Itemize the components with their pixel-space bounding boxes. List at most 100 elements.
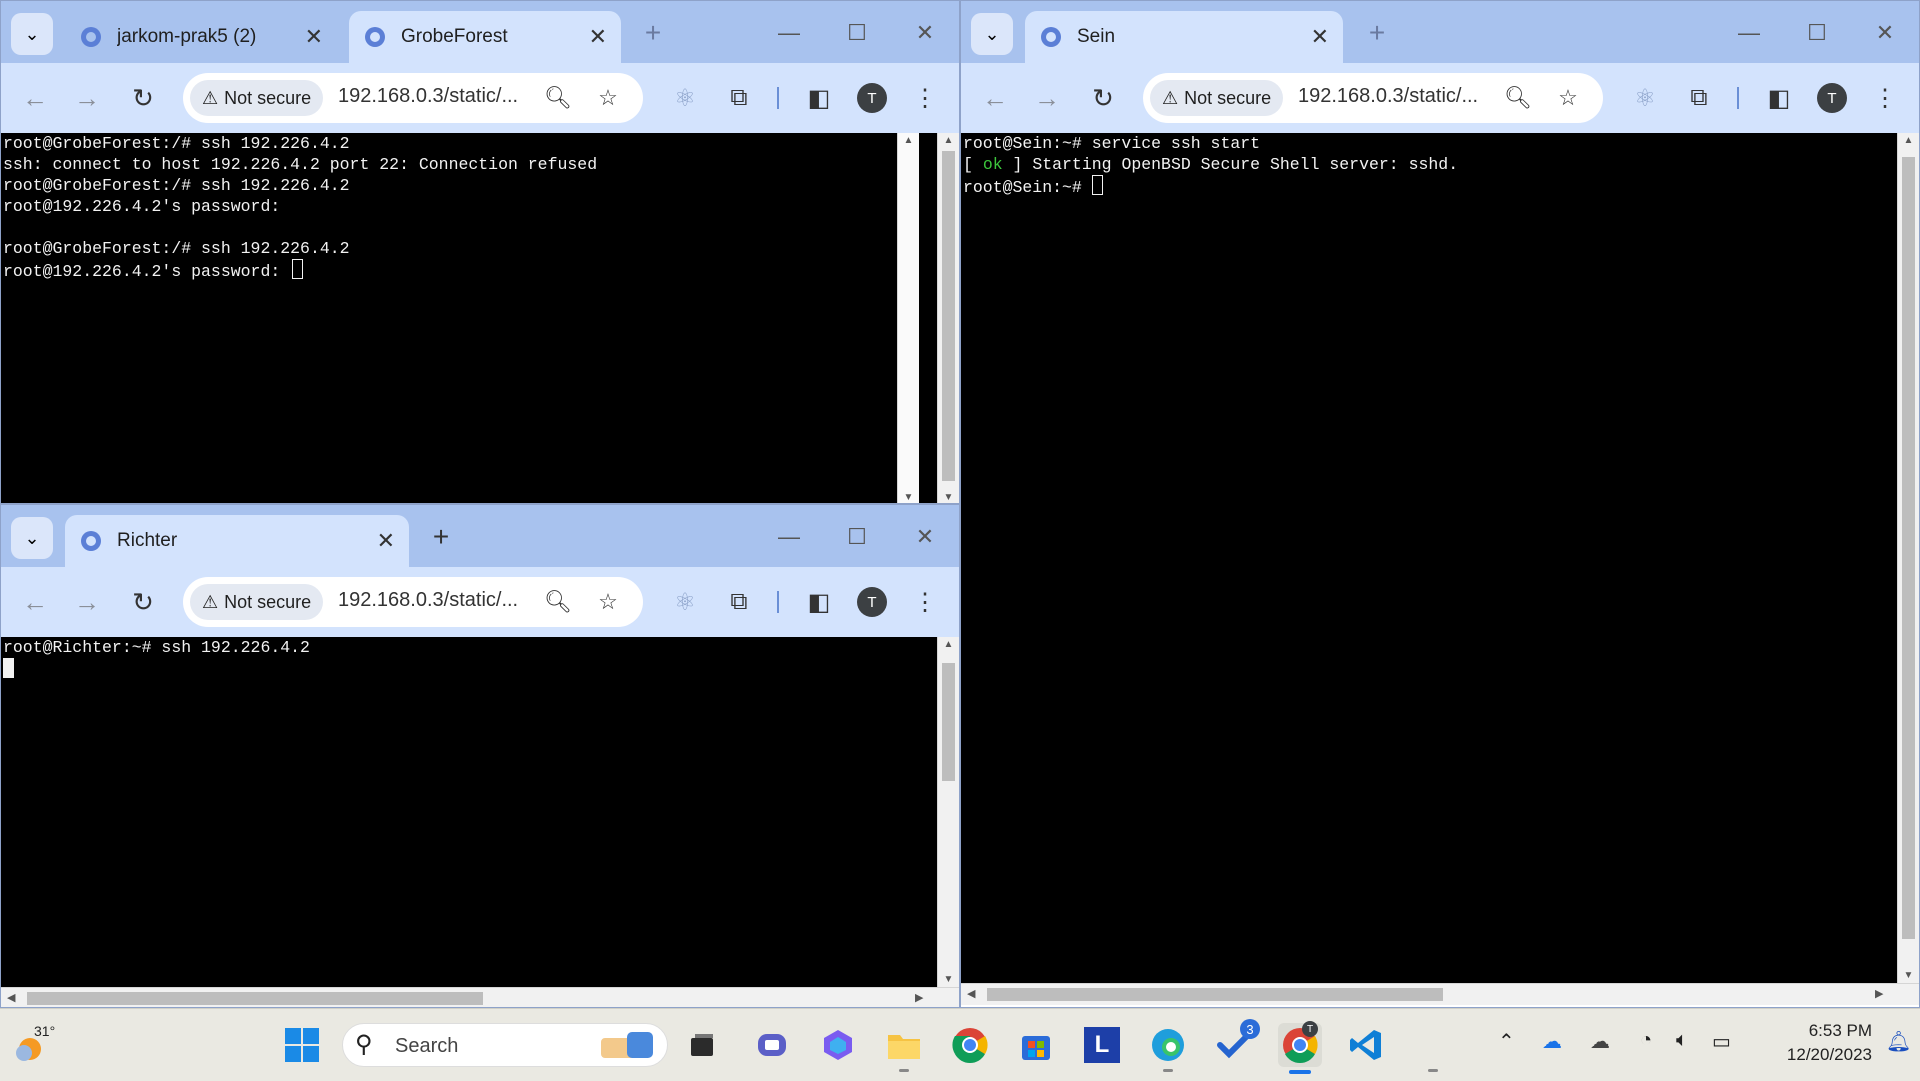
file-explorer-app[interactable] bbox=[882, 1023, 926, 1067]
bookmark-star-icon[interactable]: ☆ bbox=[593, 83, 623, 113]
terminal-scrollbar-inner[interactable]: ▲ ▼ bbox=[897, 133, 919, 503]
weather-widget[interactable]: 31° bbox=[10, 1023, 70, 1067]
profile-avatar[interactable]: T bbox=[857, 587, 887, 617]
reload-button[interactable]: ↻ bbox=[1085, 80, 1121, 116]
close-window-button[interactable]: ✕ bbox=[1865, 15, 1905, 51]
minimize-button[interactable]: — bbox=[1729, 15, 1769, 51]
scroll-up-arrow[interactable]: ▲ bbox=[898, 135, 919, 146]
scroll-left-arrow[interactable]: ◀ bbox=[7, 991, 15, 1004]
scrollbar-thumb[interactable] bbox=[942, 663, 955, 781]
security-chip[interactable]: ⚠ Not secure bbox=[190, 584, 324, 620]
chrome-app[interactable] bbox=[948, 1023, 992, 1067]
address-bar[interactable]: ⚠ Not secure 192.168.0.3/static/... 🔍︎ ☆ bbox=[183, 73, 643, 123]
cloud-icon[interactable]: ☁ bbox=[1590, 1029, 1610, 1054]
close-window-button[interactable]: ✕ bbox=[905, 15, 945, 51]
volume-icon[interactable]: 🔈︎ bbox=[1676, 1029, 1688, 1052]
extension-react-icon[interactable]: ⚛ bbox=[667, 80, 703, 116]
bookmark-star-icon[interactable]: ☆ bbox=[1553, 83, 1583, 113]
side-panel-icon[interactable]: ◧ bbox=[801, 584, 837, 620]
forward-button[interactable]: → bbox=[69, 584, 105, 620]
scrollbar-thumb[interactable] bbox=[1902, 157, 1915, 939]
menu-kebab-icon[interactable]: ⋮ bbox=[907, 584, 943, 620]
wifi-icon[interactable]: ◔ bbox=[1640, 1029, 1652, 1052]
security-chip[interactable]: ⚠ Not secure bbox=[190, 80, 324, 116]
minimize-button[interactable]: — bbox=[769, 15, 809, 51]
scroll-down-arrow[interactable]: ▼ bbox=[938, 974, 959, 985]
zoom-icon[interactable]: 🔍︎ bbox=[1503, 83, 1533, 113]
scroll-up-arrow[interactable]: ▲ bbox=[938, 639, 959, 650]
start-button[interactable] bbox=[280, 1023, 324, 1067]
close-tab-icon[interactable]: ✕ bbox=[1311, 24, 1329, 50]
notification-bell-icon[interactable]: 🔔︎ bbox=[1886, 1029, 1911, 1054]
extension-react-icon[interactable]: ⚛ bbox=[1627, 80, 1663, 116]
extensions-puzzle-icon[interactable]: ⧉ bbox=[721, 584, 757, 620]
maximize-button[interactable]: ☐ bbox=[1797, 15, 1837, 51]
scrollbar-thumb[interactable] bbox=[987, 988, 1443, 1001]
horizontal-scrollbar[interactable]: ◀ ▶ bbox=[961, 983, 1919, 1005]
scrollbar-thumb[interactable] bbox=[942, 151, 955, 481]
address-bar[interactable]: ⚠ Not secure 192.168.0.3/static/... 🔍︎ ☆ bbox=[1143, 73, 1603, 123]
security-chip[interactable]: ⚠ Not secure bbox=[1150, 80, 1284, 116]
scroll-left-arrow[interactable]: ◀ bbox=[967, 987, 975, 1000]
show-hidden-icons-chevron[interactable]: ⌃ bbox=[1498, 1029, 1515, 1054]
scroll-up-arrow[interactable]: ▲ bbox=[938, 135, 959, 146]
scroll-down-arrow[interactable]: ▼ bbox=[898, 492, 919, 503]
taskbar-search[interactable]: ⚲ Search bbox=[342, 1023, 668, 1067]
teams-chat-app[interactable] bbox=[750, 1023, 794, 1067]
scroll-down-arrow[interactable]: ▼ bbox=[938, 492, 959, 503]
terminal-grobeforest[interactable]: root@GrobeForest:/# ssh 192.226.4.2 ssh:… bbox=[1, 133, 959, 503]
extensions-puzzle-icon[interactable]: ⧉ bbox=[721, 80, 757, 116]
new-tab-button[interactable]: + bbox=[1359, 15, 1395, 51]
page-scrollbar[interactable]: ▲ ▼ bbox=[1897, 133, 1919, 983]
tab-jarkom-prak5[interactable]: jarkom-prak5 (2) ✕ bbox=[65, 11, 337, 63]
address-bar[interactable]: ⚠ Not secure 192.168.0.3/static/... 🔍︎ ☆ bbox=[183, 577, 643, 627]
tab-richter[interactable]: Richter ✕ bbox=[65, 515, 409, 567]
edge-app[interactable] bbox=[1146, 1023, 1190, 1067]
forward-button[interactable]: → bbox=[1029, 80, 1065, 116]
side-panel-icon[interactable]: ◧ bbox=[801, 80, 837, 116]
menu-kebab-icon[interactable]: ⋮ bbox=[907, 80, 943, 116]
task-view-button[interactable] bbox=[680, 1023, 724, 1067]
close-tab-icon[interactable]: ✕ bbox=[377, 528, 395, 554]
profile-avatar[interactable]: T bbox=[857, 83, 887, 113]
new-tab-button[interactable]: + bbox=[635, 15, 671, 51]
l-app[interactable]: L bbox=[1080, 1023, 1124, 1067]
reload-button[interactable]: ↻ bbox=[125, 80, 161, 116]
side-panel-icon[interactable]: ◧ bbox=[1761, 80, 1797, 116]
reload-button[interactable]: ↻ bbox=[125, 584, 161, 620]
close-tab-icon[interactable]: ✕ bbox=[589, 24, 607, 50]
terminal-richter[interactable]: root@Richter:~# ssh 192.226.4.2 ▲ ▼ bbox=[1, 637, 959, 987]
minimize-button[interactable]: — bbox=[769, 519, 809, 555]
scrollbar-thumb[interactable] bbox=[27, 992, 483, 1005]
back-button[interactable]: ← bbox=[17, 80, 53, 116]
vscode-app[interactable] bbox=[1344, 1023, 1388, 1067]
back-button[interactable]: ← bbox=[977, 80, 1013, 116]
extension-react-icon[interactable]: ⚛ bbox=[667, 584, 703, 620]
scroll-right-arrow[interactable]: ▶ bbox=[915, 991, 923, 1004]
maximize-button[interactable]: ☐ bbox=[837, 519, 877, 555]
terminal-sein[interactable]: root@Sein:~# service ssh start [ ok ] St… bbox=[961, 133, 1919, 983]
close-tab-icon[interactable]: ✕ bbox=[305, 24, 323, 50]
scroll-up-arrow[interactable]: ▲ bbox=[1898, 135, 1919, 146]
tab-grobeforest[interactable]: GrobeForest ✕ bbox=[349, 11, 621, 63]
menu-kebab-icon[interactable]: ⋮ bbox=[1867, 80, 1903, 116]
todo-app[interactable]: 3 bbox=[1212, 1019, 1260, 1067]
new-tab-button[interactable]: + bbox=[423, 519, 459, 555]
copilot-app[interactable] bbox=[816, 1023, 860, 1067]
bookmark-star-icon[interactable]: ☆ bbox=[593, 587, 623, 617]
tab-search-button[interactable]: ⌄ bbox=[971, 13, 1013, 55]
tab-search-button[interactable]: ⌄ bbox=[11, 517, 53, 559]
onedrive-icon[interactable]: ☁ bbox=[1542, 1029, 1562, 1054]
zoom-icon[interactable]: 🔍︎ bbox=[543, 83, 573, 113]
scroll-right-arrow[interactable]: ▶ bbox=[1875, 987, 1883, 1000]
tab-sein[interactable]: Sein ✕ bbox=[1025, 11, 1343, 63]
forward-button[interactable]: → bbox=[69, 80, 105, 116]
zoom-icon[interactable]: 🔍︎ bbox=[543, 587, 573, 617]
microsoft-store-app[interactable] bbox=[1014, 1023, 1058, 1067]
back-button[interactable]: ← bbox=[17, 584, 53, 620]
page-scrollbar[interactable]: ▲ ▼ bbox=[937, 637, 959, 987]
extensions-puzzle-icon[interactable]: ⧉ bbox=[1681, 80, 1717, 116]
page-scrollbar[interactable]: ▲ ▼ bbox=[937, 133, 959, 503]
horizontal-scrollbar[interactable]: ◀ ▶ bbox=[1, 987, 959, 1007]
chrome-profile-app[interactable]: T bbox=[1278, 1021, 1322, 1067]
